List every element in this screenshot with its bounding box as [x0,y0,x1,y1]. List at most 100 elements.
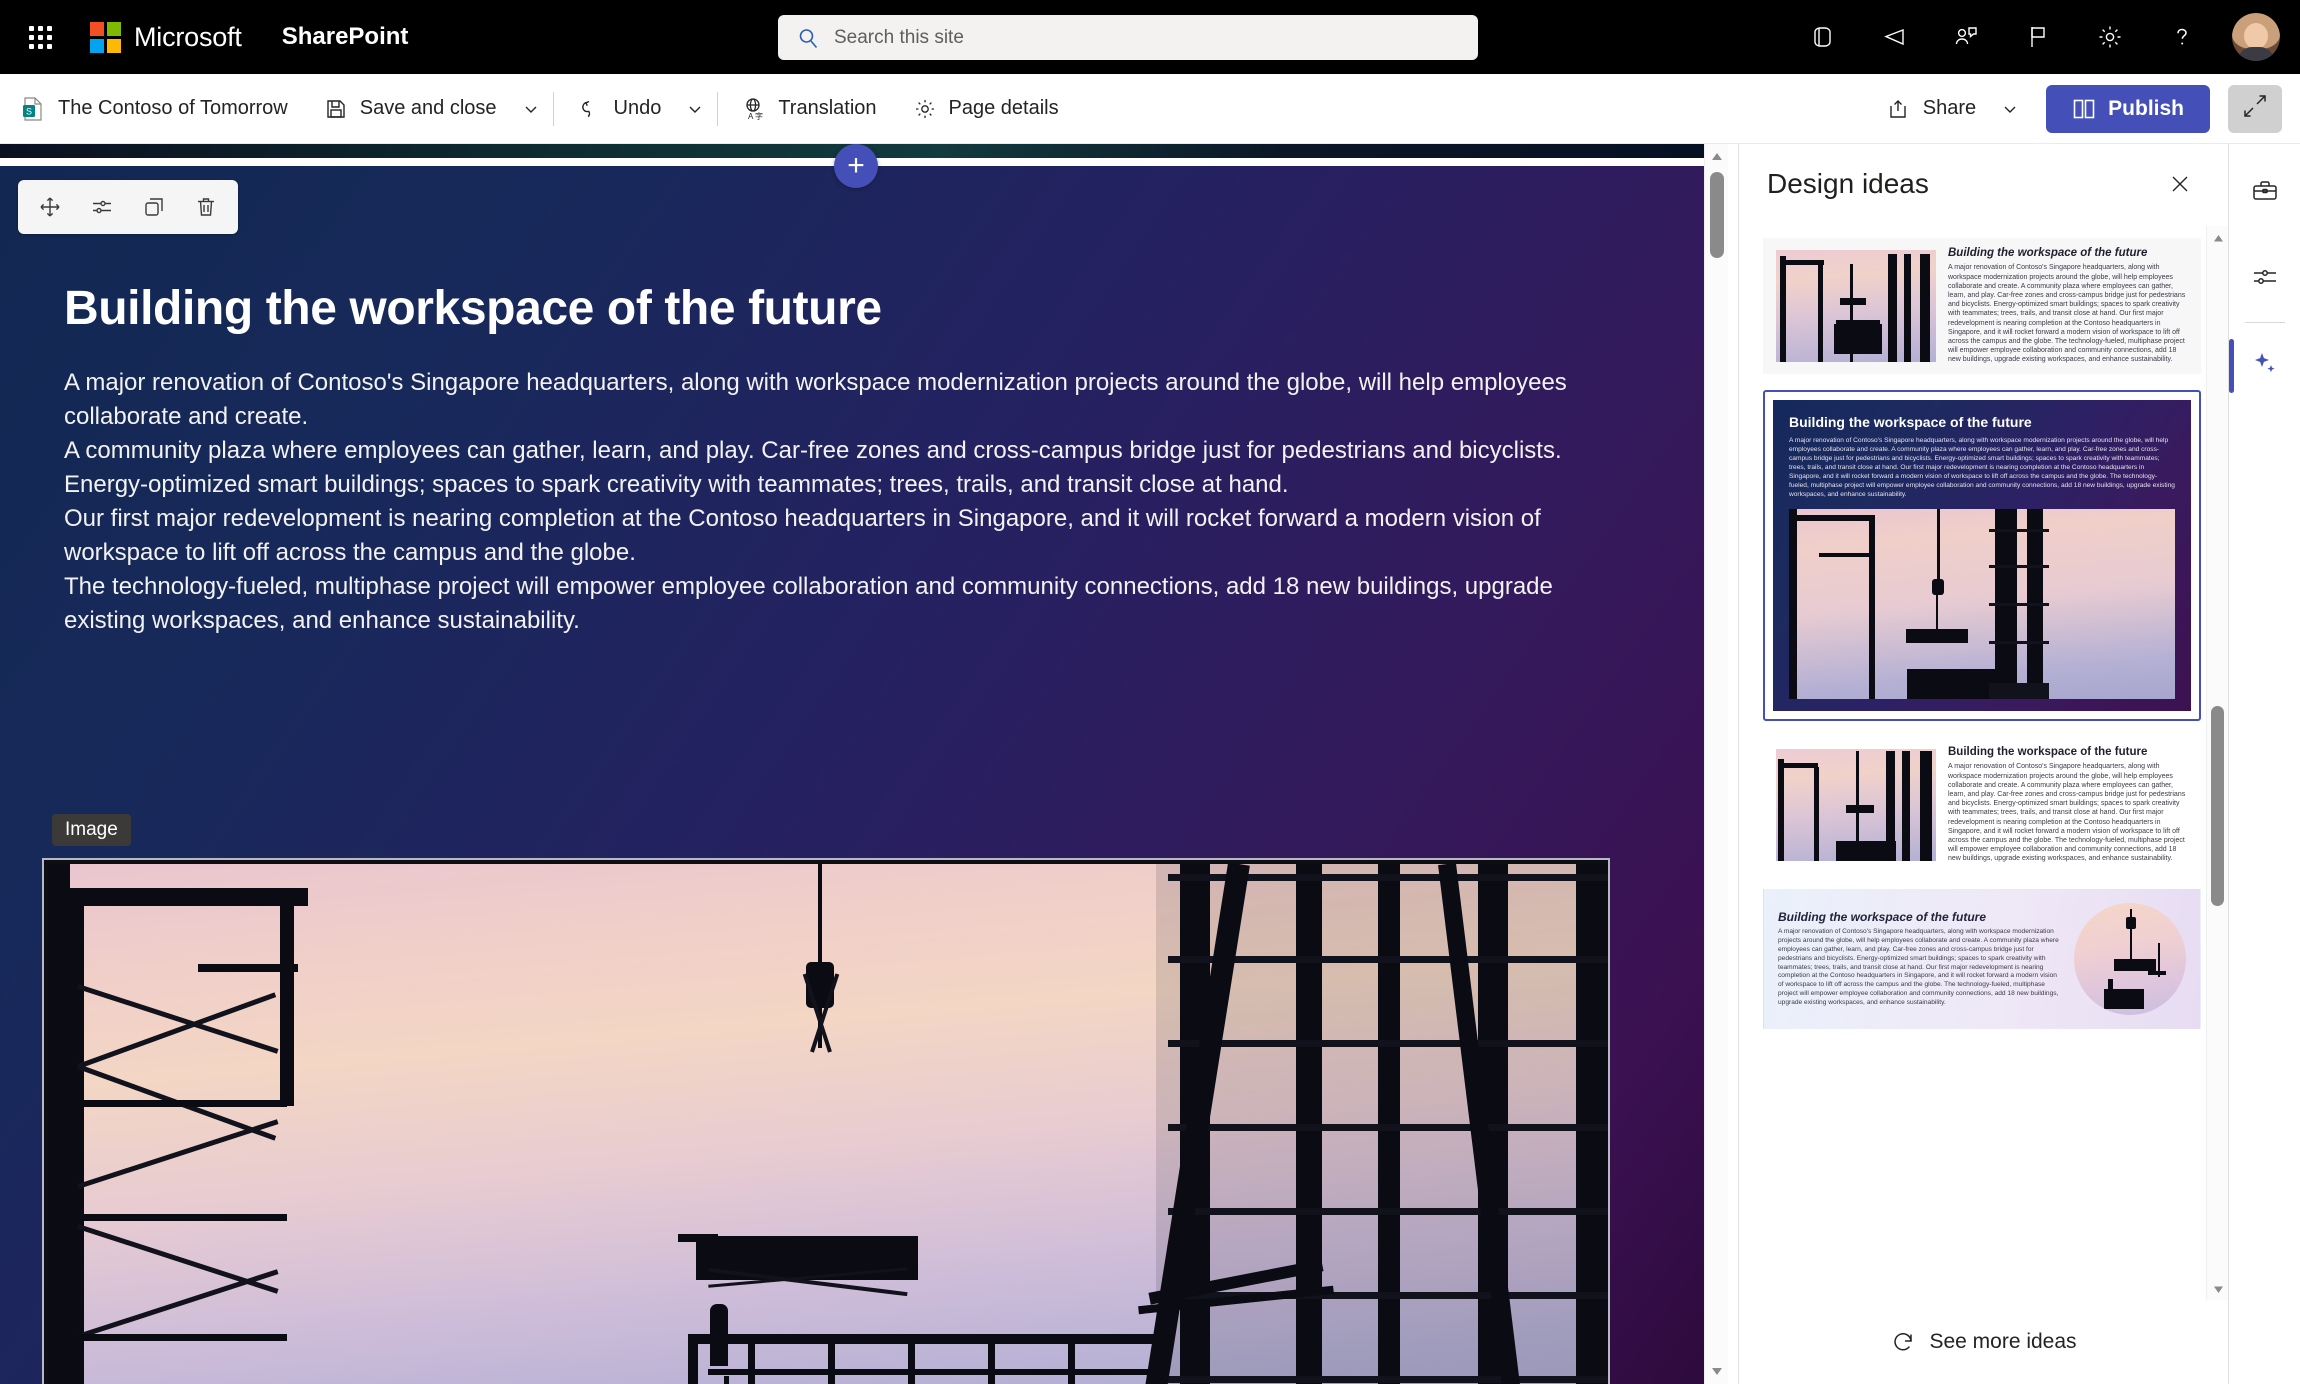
command-separator [717,91,719,126]
page-details-label: Page details [948,97,1059,119]
avatar-face [2244,23,2268,49]
search-box[interactable] [778,15,1478,60]
design-ideas-list: Building the workspace of the future A m… [1739,226,2229,1301]
page-name-button[interactable]: S The Contoso of Tomorrow [4,83,304,135]
design-idea-card[interactable]: Building the workspace of the future A m… [1763,889,2201,1029]
idea-thumbnail-image [1776,250,1936,362]
save-and-close-button[interactable]: Save and close [308,83,513,135]
design-ideas-sparkle-icon [2250,349,2280,384]
idea-thumbnail-dark: Building the workspace of the future A m… [1773,400,2191,711]
page-name-label: The Contoso of Tomorrow [58,97,288,119]
share-options-chevron-down-icon[interactable] [1992,83,2028,135]
design-ideas-panel: Design ideas Building the workspace of t… [1738,144,2229,1384]
save-and-close-label: Save and close [359,97,497,119]
translation-label: Translation [778,97,877,119]
panel-scroll-down-arrow-icon[interactable] [2207,1279,2229,1299]
idea-title: Building the workspace of the future [1948,746,2148,759]
idea-body: A major renovation of Contoso's Singapor… [1778,928,2059,1006]
toolbox-icon [2250,176,2280,211]
design-ideas-scrollbar-thumb[interactable] [2211,706,2224,906]
sharepoint-page-icon: S [20,96,46,122]
hero-section[interactable]: Building the workspace of the future A m… [0,166,1712,1384]
design-ideas-footer: See more ideas [1739,1300,2229,1384]
edit-properties-icon[interactable] [76,184,128,230]
page-title[interactable]: Building the workspace of the future [64,281,882,336]
idea-title: Building the workspace of the future [1778,910,1987,925]
megaphone-icon[interactable] [1867,10,1921,64]
svg-text:A: A [748,112,754,121]
image-web-part[interactable] [42,858,1610,1384]
see-more-ideas-button[interactable]: See more ideas [1873,1320,2094,1364]
svg-text:字: 字 [755,111,763,121]
scroll-down-arrow-icon[interactable] [1705,1360,1729,1382]
idea-thumbnail-text: Building the workspace of the future A m… [1948,247,2188,364]
app-name-link[interactable]: SharePoint [282,23,409,51]
idea-thumbnail-text: Building the workspace of the future A m… [1778,910,2064,1007]
construction-photo [48,864,1608,1384]
design-ideas-scrollbar[interactable] [2206,226,2228,1301]
undo-options-chevron-down-icon[interactable] [677,83,713,135]
publish-pages-icon [2072,98,2096,120]
suite-bar-actions [1786,0,2290,74]
image-webpart-chip: Image [52,814,131,846]
copilot-icon[interactable] [1795,10,1849,64]
properties-icon [2250,262,2280,297]
scroll-up-arrow-icon[interactable] [1705,146,1729,168]
editor-right-rail [2228,144,2300,1384]
close-icon[interactable] [2158,162,2202,206]
help-icon[interactable] [2155,10,2209,64]
collapse-ribbon-button[interactable] [2228,84,2282,133]
microsoft-logo[interactable]: Microsoft [90,21,242,53]
save-options-chevron-down-icon[interactable] [513,83,549,135]
avatar-body [2238,47,2274,61]
toolbox-button[interactable] [2229,160,2300,226]
hero-paragraph: Our first major redevelopment is nearing… [64,505,1541,566]
idea-thumbnail-image [1789,509,2175,699]
add-section-button[interactable]: + [834,144,878,188]
share-button[interactable]: Share [1871,83,1992,135]
translation-button[interactable]: A 字 Translation [726,83,892,135]
page-canvas: + Building the workspace of the future A… [0,144,1728,1384]
suite-bar: Microsoft SharePoint [0,0,2300,74]
design-idea-card[interactable]: Building the workspace of the future A m… [1763,737,2201,873]
page-details-button[interactable]: Page details [897,83,1075,135]
canvas-scrollbar-thumb[interactable] [1710,172,1724,258]
publish-button[interactable]: Publish [2046,84,2210,133]
move-webpart-icon[interactable] [24,184,76,230]
waffle-icon [28,25,52,49]
rail-divider [2244,322,2285,323]
flag-icon[interactable] [2011,10,2065,64]
command-bar-right: Share Publish [1867,83,2282,135]
undo-label: Undo [613,97,662,119]
design-idea-card[interactable]: Building the workspace of the future A m… [1763,238,2201,374]
avatar[interactable] [2232,13,2280,61]
refresh-icon [1891,1330,1915,1354]
undo-button[interactable]: Undo [562,83,678,135]
app-launcher-button[interactable] [12,9,68,65]
design-ideas-title: Design ideas [1767,168,1929,199]
page-details-gear-icon [913,97,937,121]
idea-thumbnail-text: Building the workspace of the future A m… [1948,746,2188,863]
hero-body-text[interactable]: A major renovation of Contoso's Singapor… [64,366,1609,638]
idea-thumbnail-image [1776,749,1936,861]
svg-text:S: S [26,106,32,116]
canvas-scrollbar[interactable] [1704,144,1728,1384]
design-ideas-button[interactable] [2229,333,2300,399]
microsoft-logo-icon [90,21,121,53]
people-chat-icon[interactable] [1939,10,1993,64]
properties-button[interactable] [2229,246,2300,312]
gear-icon[interactable] [2083,10,2137,64]
idea-body: A major renovation of Contoso's Singapor… [1948,763,2186,863]
duplicate-icon[interactable] [128,184,180,230]
search-input[interactable] [834,26,1394,49]
collapse-arrows-icon [2242,93,2268,124]
idea-title: Building the workspace of the future [1789,414,2032,430]
panel-scroll-up-arrow-icon[interactable] [2207,228,2229,248]
see-more-ideas-label: See more ideas [1929,1330,2077,1353]
design-idea-card-selected[interactable]: Building the workspace of the future A m… [1763,390,2201,721]
command-bar: S The Contoso of Tomorrow Save and close… [0,74,2300,144]
share-label: Share [1922,97,1977,119]
brand-label: Microsoft [134,21,242,52]
delete-icon[interactable] [180,184,232,230]
translation-icon: A 字 [742,97,766,121]
